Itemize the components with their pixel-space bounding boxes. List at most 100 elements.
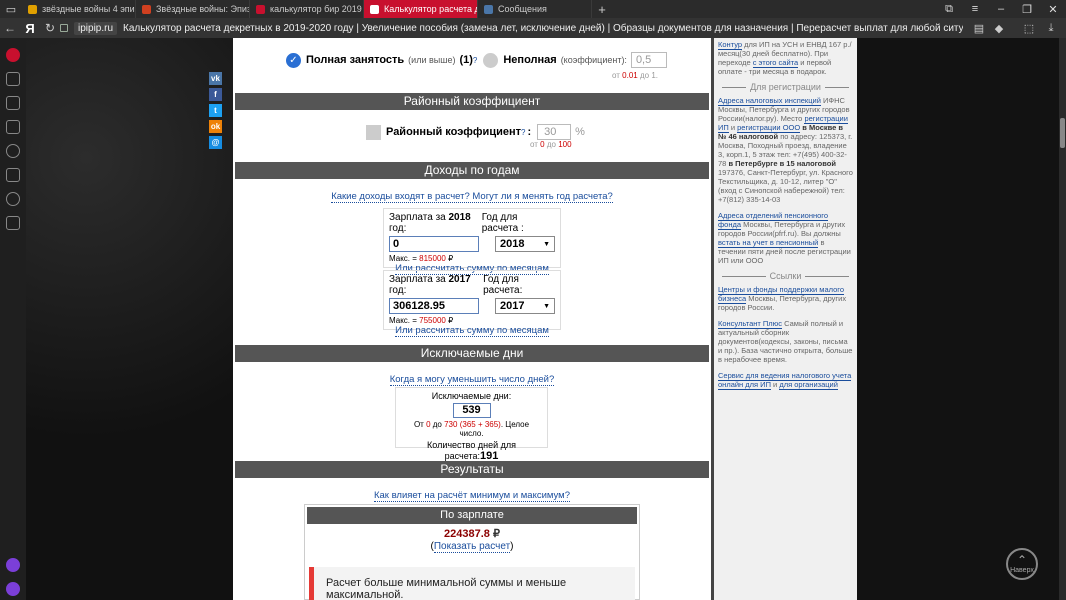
regional-help[interactable]: ? [521, 128, 525, 137]
income-question-wrap: Какие доходы входят в расчет? Могут ли я… [233, 191, 711, 203]
range-max: 100 [558, 140, 572, 149]
regional-input[interactable]: 30 [537, 124, 572, 140]
salary-label-pre: Зарплата за [389, 274, 446, 285]
url-domain[interactable]: ipipip.ru [74, 21, 118, 35]
full-employment-radio[interactable]: ✓ [286, 52, 301, 68]
sidebar-text: в Петербурге в 15 налоговой [728, 159, 836, 168]
range-to: до [546, 140, 556, 149]
sidebar-text: и [728, 123, 738, 132]
assistant-2-icon[interactable] [6, 582, 20, 596]
employment-row: ✓ Полная занятость (или выше) (1) ? Непо… [286, 52, 667, 68]
excluded-box: Исключаемые дни: 539 От 0 до 730 (365 + … [395, 387, 548, 462]
media-icon[interactable] [6, 192, 20, 206]
sidebar-reg-header: Для регистрации [718, 83, 853, 92]
collections-icon[interactable] [6, 168, 20, 182]
part-employment-radio[interactable] [483, 52, 499, 68]
arrow-up-icon: ⌃ [1016, 553, 1028, 567]
social-share-panel: vk f t ok @ [209, 72, 222, 152]
sidebar-link[interactable]: для организаций [779, 380, 838, 390]
notifications-icon[interactable] [6, 96, 20, 110]
extensions-icon[interactable]: ⬚ [1020, 18, 1038, 38]
page-background-right [857, 38, 1059, 600]
sidebar-text: 197376, Санкт-Петербург, ул. Красного Те… [718, 168, 853, 204]
income-question-link[interactable]: Какие доходы входят в расчет? Могут ли я… [331, 191, 613, 203]
year-label: Год для расчета : [481, 212, 524, 234]
currency-icon: ₽ [448, 316, 454, 325]
results-question-link[interactable]: Как влияет на расчёт минимум и максимум? [373, 490, 571, 502]
full-employment-value: (1) [459, 54, 473, 66]
tab-2[interactable]: калькулятор бир 2019 — [250, 0, 364, 18]
excluded-question-link[interactable]: Когда я могу уменьшить число дней? [389, 374, 555, 386]
max-label: Макс. = [389, 316, 417, 325]
full-employment-help[interactable]: ? [473, 56, 477, 65]
scrollbar-thumb[interactable] [1060, 118, 1065, 148]
menu-icon[interactable]: ≡ [962, 0, 988, 18]
year-label: Год для расчета: [483, 274, 523, 296]
twitter-icon[interactable]: t [209, 104, 222, 117]
monthly-link[interactable]: Или рассчитать сумму по месяцам [395, 325, 549, 337]
full-employment-label: Полная занятость [306, 54, 405, 66]
url-page-title[interactable]: Калькулятор расчета декретных в 2019-202… [123, 23, 963, 34]
maximize-button[interactable]: ❐ [1014, 0, 1040, 18]
tab-list-icon[interactable]: ▭ [0, 0, 22, 18]
salary-input[interactable]: 0 [389, 236, 479, 252]
chevron-down-icon: ▼ [543, 240, 550, 248]
sidebar-block-service: Сервис для ведения налогового учета онла… [718, 371, 853, 390]
currency-icon: ₽ [448, 254, 454, 263]
facebook-icon[interactable]: f [209, 88, 222, 101]
minimize-button[interactable]: – [988, 0, 1014, 18]
yandex-logo-icon[interactable]: Я [20, 21, 40, 36]
tab-label: калькулятор бир 2019 — [270, 4, 364, 14]
range-to: до 1. [639, 71, 658, 80]
download-icon[interactable]: ⤓ [1042, 18, 1060, 38]
paren-close: ) [510, 541, 514, 552]
browser-side-panel [0, 38, 26, 600]
scroll-top-button[interactable]: ⌃ Наверх [1006, 548, 1038, 580]
tab-favicon-icon [142, 4, 151, 14]
income-inputs: 306128.95 2017 ▼ [389, 298, 555, 314]
alice-icon[interactable] [6, 48, 20, 62]
show-calc-link[interactable]: Показать расчет [433, 541, 511, 553]
full-employment-hint: (или выше) [408, 55, 456, 65]
favorites-star-icon[interactable] [6, 120, 20, 134]
salary-result-header: По зарплате [307, 507, 637, 524]
lock-icon[interactable] [60, 24, 68, 32]
odnoklassniki-icon[interactable]: ok [209, 120, 222, 133]
sidebar-block-pension: Адреса отделений пенсионного фонда Москв… [718, 211, 853, 265]
tab-0[interactable]: звёздные войны 4 эпизод [22, 0, 136, 18]
year-select[interactable]: 2018 ▼ [495, 236, 555, 252]
back-icon[interactable]: ← [0, 21, 20, 35]
salary-result-amount: 224387.8 [444, 528, 490, 540]
tabs: звёздные войны 4 эпизод Звёздные войны: Э… [22, 0, 592, 18]
range-max: 730 [444, 420, 458, 429]
assistant-icon[interactable] [6, 558, 20, 572]
tab-1[interactable]: Звёздные войны: Эпизод [136, 0, 250, 18]
salary-input[interactable]: 306128.95 [389, 298, 479, 314]
vk-icon[interactable]: vk [209, 72, 222, 85]
close-window-button[interactable]: ✕ [1040, 0, 1066, 18]
bookmark-icon[interactable]: ◆ [990, 18, 1008, 38]
reload-icon[interactable]: ↻ [40, 21, 60, 35]
history-icon[interactable] [6, 144, 20, 158]
bookmarks-icon[interactable]: ⧉ [936, 0, 962, 18]
regional-checkbox[interactable] [366, 124, 381, 140]
year-select[interactable]: 2017 ▼ [495, 298, 555, 314]
reader-icon[interactable]: ▤ [970, 18, 988, 38]
tab-label: звёздные войны 4 эпизод [42, 4, 135, 14]
mail-icon[interactable]: @ [209, 136, 222, 149]
tab-3[interactable]: Калькулятор расчета де✕ [364, 0, 478, 18]
apps-grid-icon[interactable] [6, 72, 20, 86]
tab-4[interactable]: Сообщения [478, 0, 592, 18]
sidebar-links-header: Ссылки [718, 272, 853, 281]
year-select-value: 2018 [500, 238, 525, 250]
excluded-input[interactable]: 539 [452, 403, 491, 418]
income-year-box: Зарплата за 2017 год: Год для расчета: 306… [383, 270, 561, 337]
part-employment-range: от 0.01 до 1. [612, 71, 658, 80]
tab-label: Сообщения [498, 4, 547, 14]
salary-year: 2018 [448, 212, 471, 223]
part-employment-input[interactable]: 0,5 [630, 52, 667, 68]
downloads-panel-icon[interactable] [6, 216, 20, 230]
tab-favicon-icon [256, 4, 265, 14]
max-value: 815000 [419, 254, 446, 263]
new-tab-button[interactable]: + [592, 2, 612, 17]
